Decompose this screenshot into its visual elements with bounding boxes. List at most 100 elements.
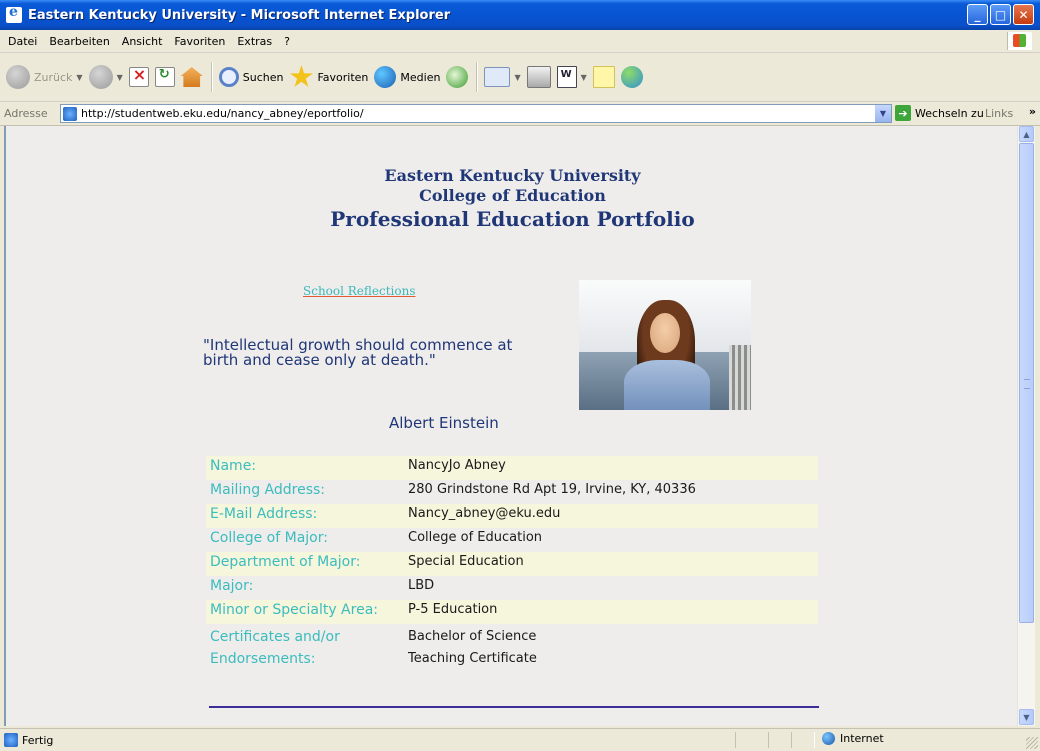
scroll-up-button[interactable]: ▲ <box>1019 126 1034 142</box>
address-dropdown-icon[interactable]: ▼ <box>875 105 891 122</box>
mail-dropdown-icon[interactable]: ▼ <box>514 73 520 82</box>
portrait-photo <box>579 280 751 410</box>
favorites-label: Favoriten <box>317 70 369 84</box>
minimize-button[interactable]: _ <box>967 4 988 25</box>
menu-bearbeiten[interactable]: Bearbeiten <box>43 35 115 48</box>
chevron-right-icon[interactable]: » <box>1029 105 1036 118</box>
discuss-button[interactable] <box>592 59 615 95</box>
school-reflections-link[interactable]: School Reflections <box>303 284 416 298</box>
status-text: Fertig <box>22 733 54 747</box>
row-label: Department of Major: <box>206 552 404 576</box>
menu-favoriten[interactable]: Favoriten <box>168 35 231 48</box>
table-row: Department of Major: Special Education <box>206 552 818 576</box>
search-button[interactable]: Suchen <box>218 59 284 95</box>
go-arrow-icon: ➔ <box>895 105 911 121</box>
mail-icon <box>484 67 511 87</box>
divider-line <box>209 706 819 708</box>
window-title: Eastern Kentucky University - Microsoft … <box>28 7 451 23</box>
table-row: Major: LBD <box>206 576 818 600</box>
row-value: Special Education <box>404 552 818 576</box>
globe-icon <box>822 732 835 745</box>
search-label: Suchen <box>242 70 284 84</box>
row-label: Name: <box>206 456 404 480</box>
note-icon <box>592 66 615 88</box>
certificate-1: Bachelor of Science <box>408 629 537 644</box>
row-value: LBD <box>408 578 435 593</box>
scroll-down-button[interactable]: ▼ <box>1019 709 1034 725</box>
stop-icon <box>128 65 149 87</box>
edit-dropdown-icon[interactable]: ▼ <box>581 73 587 82</box>
stop-button[interactable] <box>128 59 149 95</box>
go-button[interactable]: ➔ Wechseln zu <box>895 105 984 121</box>
favorites-button[interactable]: Favoriten <box>289 59 368 95</box>
page-viewport: Eastern Kentucky University College of E… <box>4 126 1017 726</box>
refresh-button[interactable] <box>154 59 175 95</box>
home-button[interactable] <box>180 59 203 95</box>
maximize-button[interactable]: □ <box>990 4 1011 25</box>
window-title-bar: Eastern Kentucky University - Microsoft … <box>0 0 1040 30</box>
media-button[interactable]: Medien <box>374 59 440 95</box>
address-bar: Adresse http://studentweb.eku.edu/nancy_… <box>0 102 1040 126</box>
forward-dropdown-icon[interactable]: ▼ <box>117 73 123 82</box>
status-cell <box>768 732 792 748</box>
row-value: College of Education <box>408 530 543 545</box>
vertical-scrollbar[interactable]: ▲ ▼ <box>1017 126 1035 726</box>
row-value: P-5 Education <box>404 600 818 624</box>
row-label: E-Mail Address: <box>206 504 404 528</box>
table-row: E-Mail Address: Nancy_abney@eku.edu <box>206 504 818 528</box>
history-button[interactable] <box>446 59 469 95</box>
menu-extras[interactable]: Extras <box>231 35 278 48</box>
messenger-button[interactable] <box>620 59 643 95</box>
print-button[interactable] <box>526 59 551 95</box>
row-value: Bachelor of Science Teaching Certificate <box>404 624 818 672</box>
standard-toolbar: Zurück ▼ ▼ Suchen Favoriten Medien ▼ ▼ <box>0 53 1040 102</box>
quote-text: "Intellectual growth should commence at … <box>203 336 513 369</box>
go-label: Wechseln zu <box>915 106 984 120</box>
back-dropdown-icon[interactable]: ▼ <box>76 73 82 82</box>
history-icon <box>446 66 469 88</box>
word-icon <box>556 66 577 88</box>
mail-button[interactable]: ▼ <box>484 59 521 95</box>
row-label: College of Major: <box>210 530 328 546</box>
close-button[interactable]: ✕ <box>1013 4 1034 25</box>
window-controls: _ □ ✕ <box>967 4 1034 25</box>
edit-button[interactable]: ▼ <box>556 59 587 95</box>
university-name: Eastern Kentucky University <box>384 166 641 185</box>
row-label: Major: <box>210 578 254 594</box>
table-row: Certificates and/or Endorsements: Bachel… <box>206 624 818 672</box>
menu-help[interactable]: ? <box>278 35 296 48</box>
ie-icon <box>6 4 22 23</box>
forward-button[interactable]: ▼ <box>88 59 123 95</box>
media-label: Medien <box>400 70 441 84</box>
search-icon <box>218 67 239 87</box>
college-name: College of Education <box>419 186 606 205</box>
links-button[interactable]: Links <box>985 107 1013 120</box>
address-url[interactable]: http://studentweb.eku.edu/nancy_abney/ep… <box>81 107 364 120</box>
security-zone: Internet <box>822 732 884 745</box>
star-icon <box>289 65 313 87</box>
status-bar: Fertig Internet <box>0 728 1040 751</box>
menu-ansicht[interactable]: Ansicht <box>116 35 169 48</box>
home-icon <box>180 67 203 87</box>
forward-arrow-icon <box>88 65 113 89</box>
row-label: Minor or Specialty Area: <box>206 600 404 624</box>
address-input[interactable]: http://studentweb.eku.edu/nancy_abney/ep… <box>60 104 892 123</box>
row-label: Certificates and/or Endorsements: <box>210 629 340 667</box>
portfolio-title: Professional Education Portfolio <box>330 207 695 231</box>
certificate-2: Teaching Certificate <box>408 651 537 666</box>
table-row: Minor or Specialty Area: P-5 Education <box>206 600 818 624</box>
address-label: Adresse <box>4 107 48 120</box>
status-cell <box>735 732 769 748</box>
back-button[interactable]: Zurück ▼ <box>6 59 83 95</box>
resize-grip-icon[interactable] <box>1026 737 1038 749</box>
printer-icon <box>526 66 551 88</box>
menu-datei[interactable]: Datei <box>2 35 43 48</box>
row-label: Mailing Address: <box>210 482 326 498</box>
toolbar-separator <box>476 62 479 92</box>
refresh-icon <box>154 67 175 87</box>
row-value: 280 Grindstone Rd Apt 19, Irvine, KY, 40… <box>408 482 696 497</box>
page-header: Eastern Kentucky University College of E… <box>6 166 1017 232</box>
toolbar-separator <box>210 62 213 92</box>
back-arrow-icon <box>6 65 30 89</box>
scroll-thumb[interactable] <box>1019 143 1034 623</box>
